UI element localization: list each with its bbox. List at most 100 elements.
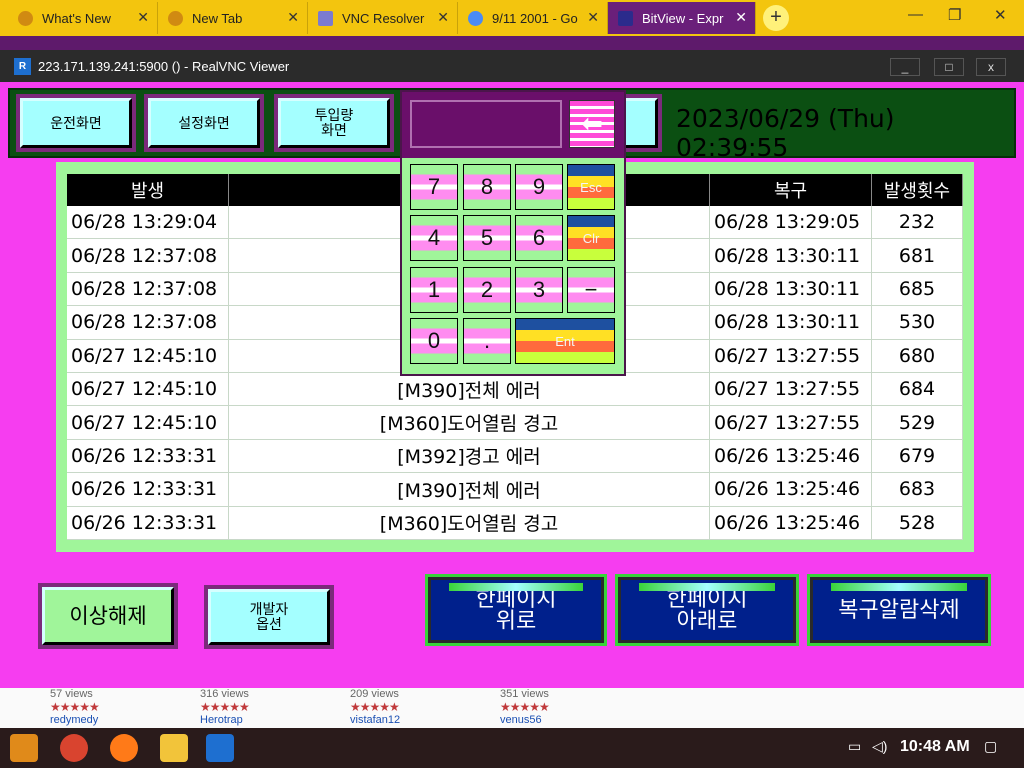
- table-row[interactable]: 06/27 12:45:10 [M390]전체 에러 06/27 13:27:55 6…: [67, 372, 963, 407]
- realvnc-taskbar-icon[interactable]: [206, 734, 234, 762]
- vnc-title-bar: R 223.171.139.241:5900 () - RealVNC View…: [0, 50, 1024, 82]
- key-4[interactable]: 4: [410, 215, 458, 261]
- close-tab-icon[interactable]: ✕: [287, 9, 299, 26]
- vnc-minimize-button[interactable]: _: [890, 58, 920, 76]
- developer-options-button[interactable]: 개발자 옵션: [208, 589, 330, 645]
- key-9[interactable]: 9: [515, 164, 563, 210]
- count-cell: 528: [872, 506, 963, 539]
- esc-key[interactable]: Esc: [567, 164, 615, 210]
- key-3[interactable]: 3: [515, 267, 563, 313]
- tab-label: 9/11 2001 - Go: [492, 10, 578, 26]
- browser-tab-strip: What's New ✕ New Tab ✕ VNC Resolver ✕ 9/…: [0, 0, 1024, 36]
- recovered-cell: 06/28 13:29:05: [710, 206, 872, 239]
- header-occurred: 발생: [67, 174, 229, 206]
- vnc-maximize-button[interactable]: □: [934, 58, 964, 76]
- uploader-link[interactable]: redymedy: [50, 714, 99, 726]
- page-down-button[interactable]: 한페이지 아래로: [618, 577, 796, 643]
- key-decimal[interactable]: .: [463, 318, 511, 364]
- maximize-icon[interactable]: ❐: [948, 6, 961, 24]
- tab-google-search[interactable]: 9/11 2001 - Go ✕: [458, 2, 608, 34]
- new-tab-button[interactable]: +: [763, 5, 789, 31]
- tab-whats-new[interactable]: What's New ✕: [8, 2, 158, 34]
- key-6[interactable]: 6: [515, 215, 563, 261]
- enter-key[interactable]: Ent: [515, 318, 615, 364]
- browser-toolbar-strip: [0, 36, 1024, 50]
- tab-new-tab[interactable]: New Tab ✕: [158, 2, 308, 34]
- message-cell: [M390]전체 에러: [229, 473, 710, 506]
- minus-key[interactable]: −: [567, 267, 615, 313]
- network-icon[interactable]: ▭: [848, 738, 861, 755]
- vnc-resolver-icon: [318, 10, 333, 26]
- tab-label: BitView - Expr: [642, 10, 724, 26]
- keypad-input-field[interactable]: [410, 100, 562, 148]
- count-cell: 679: [872, 439, 963, 473]
- settings-screen-button[interactable]: 설정화면: [148, 98, 260, 148]
- table-row[interactable]: 06/26 12:33:31 [M390]전체 에러 06/26 13:25:46 6…: [67, 473, 963, 507]
- key-8[interactable]: 8: [463, 164, 511, 210]
- file-explorer-icon[interactable]: [160, 734, 188, 762]
- close-tab-icon[interactable]: ✕: [137, 9, 149, 26]
- count-cell: 683: [872, 473, 963, 506]
- vnc-title: 223.171.139.241:5900 () - RealVNC Viewer: [38, 58, 290, 74]
- recovered-cell: 06/28 13:30:11: [710, 272, 872, 306]
- table-row[interactable]: 06/26 12:33:31 [M392]경고 에러 06/26 13:25:46 6…: [67, 439, 963, 474]
- count-cell: 681: [872, 239, 963, 272]
- run-screen-button[interactable]: 운전화면: [20, 98, 132, 148]
- start-icon[interactable]: [10, 734, 38, 762]
- chrome-taskbar-icon[interactable]: [60, 734, 88, 762]
- message-cell: [M360]도어열림 경고: [229, 406, 710, 439]
- minimize-icon[interactable]: —: [908, 6, 923, 23]
- recovered-cell: 06/27 13:27:55: [710, 339, 872, 372]
- backspace-icon[interactable]: ⬅: [569, 100, 615, 148]
- datetime-display: 2023/06/29 (Thu) 02:39:55: [676, 104, 895, 162]
- table-row[interactable]: 06/27 12:45:10 [M360]도어열림 경고 06/27 13:27:5…: [67, 406, 963, 440]
- close-window-icon[interactable]: ✕: [994, 6, 1007, 24]
- count-cell: 684: [872, 372, 963, 406]
- firefox-taskbar-icon[interactable]: [110, 734, 138, 762]
- page-up-button[interactable]: 한페이지 위로: [428, 577, 604, 643]
- uploader-link[interactable]: Herotrap: [200, 714, 249, 726]
- table-row[interactable]: 06/26 12:33:31 [M360]도어열림 경고 06/26 13:25:4…: [67, 506, 963, 540]
- count-cell: 232: [872, 206, 963, 239]
- close-tab-icon[interactable]: ✕: [587, 9, 599, 26]
- header-count: 발생횟수: [872, 174, 963, 206]
- vnc-close-button[interactable]: x: [976, 58, 1006, 76]
- delete-recovered-alarms-button[interactable]: 복구알람삭제: [810, 577, 988, 643]
- input-amount-screen-button[interactable]: 투입량 화면: [278, 98, 390, 148]
- key-7[interactable]: 7: [410, 164, 458, 210]
- clear-key[interactable]: Clr: [567, 215, 615, 261]
- reset-fault-button[interactable]: 이상해제: [42, 587, 174, 645]
- occurred-cell: 06/27 12:45:10: [67, 372, 229, 406]
- volume-icon[interactable]: ◁): [872, 738, 887, 755]
- occurred-cell: 06/26 12:33:31: [67, 506, 229, 539]
- tab-vnc-resolver[interactable]: VNC Resolver ✕: [308, 2, 458, 34]
- chrome-icon: [18, 10, 33, 26]
- recovered-cell: 06/28 13:30:11: [710, 239, 872, 272]
- count-cell: 680: [872, 339, 963, 372]
- key-1[interactable]: 1: [410, 267, 458, 313]
- key-2[interactable]: 2: [463, 267, 511, 313]
- video-item[interactable]: 209 views ★★★★★ vistafan12: [350, 688, 400, 726]
- uploader-link[interactable]: venus56: [500, 714, 549, 726]
- video-item[interactable]: 57 views ★★★★★ redymedy: [50, 688, 100, 726]
- close-tab-icon[interactable]: ✕: [437, 9, 449, 26]
- video-item[interactable]: 351 views ★★★★★ venus56: [500, 688, 550, 726]
- occurred-cell: 06/28 12:37:08: [67, 306, 229, 339]
- uploader-link[interactable]: vistafan12: [350, 714, 400, 726]
- message-cell: [M390]전체 에러: [229, 372, 710, 406]
- key-5[interactable]: 5: [463, 215, 511, 261]
- system-clock[interactable]: 10:48 AM: [900, 738, 970, 756]
- video-item[interactable]: 316 views ★★★★★ Herotrap: [200, 688, 250, 726]
- hmi-screen: 운전화면 설정화면 투입량 화면 2023/06/29 (Thu) 02:39:…: [0, 82, 1024, 688]
- key-0[interactable]: 0: [410, 318, 458, 364]
- occurred-cell: 06/26 12:33:31: [67, 473, 229, 506]
- close-tab-icon[interactable]: ✕: [735, 9, 747, 26]
- rating-stars: ★★★★★: [500, 700, 550, 714]
- occurred-cell: 06/28 12:37:08: [67, 272, 229, 306]
- tab-bitview[interactable]: BitView - Expr ✕: [608, 2, 756, 34]
- hidden-nav-button[interactable]: [622, 98, 658, 148]
- notification-icon[interactable]: ▢: [984, 738, 997, 755]
- tab-label: VNC Resolver: [342, 10, 425, 26]
- occurred-cell: 06/27 12:45:10: [67, 406, 229, 439]
- occurred-cell: 06/26 12:33:31: [67, 439, 229, 473]
